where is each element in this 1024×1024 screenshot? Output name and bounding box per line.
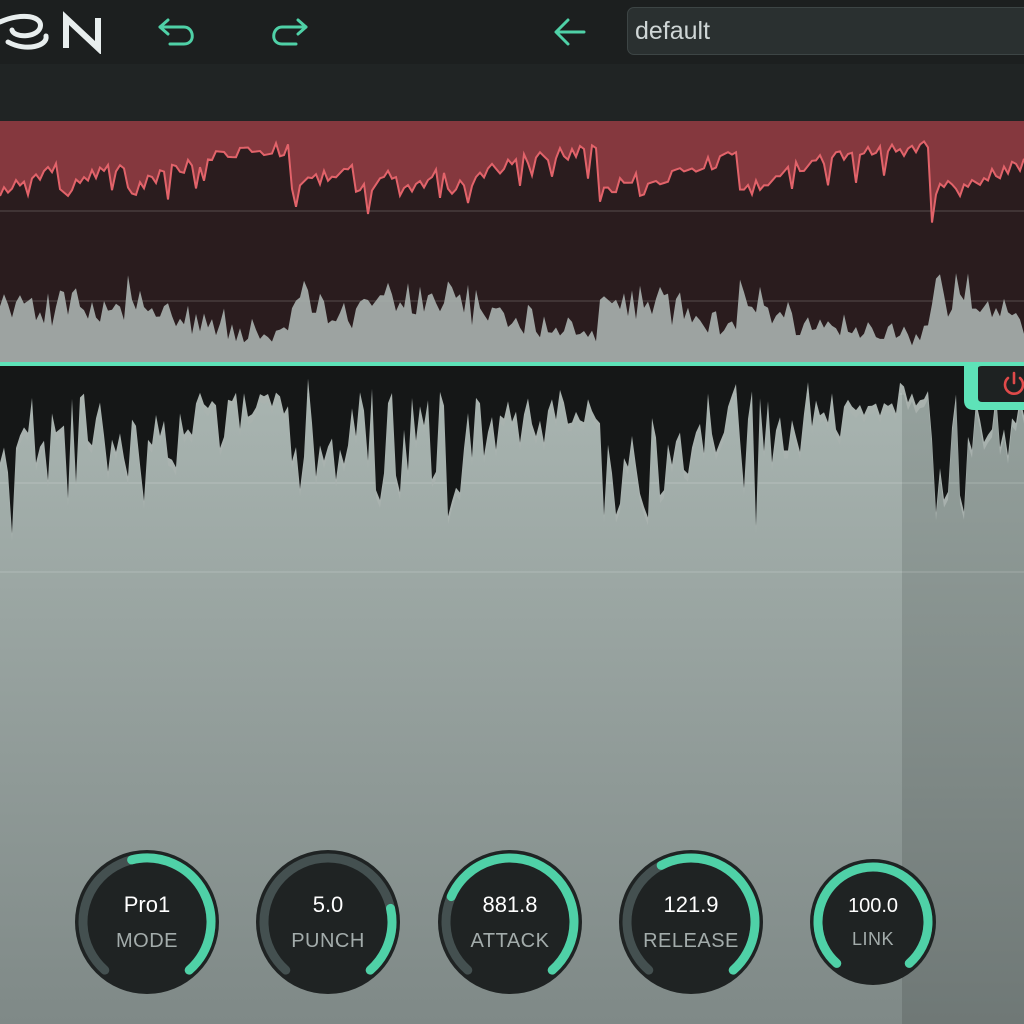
knob-attack[interactable]: 881.8 ATTACK [434, 846, 586, 998]
logo-icon [0, 11, 101, 54]
knob-link-value: 100.0 [847, 895, 899, 917]
knob-punch-value: 5.0 [312, 892, 344, 917]
knob-release-label: RELEASE [643, 930, 739, 952]
undo-icon [158, 18, 194, 46]
redo-icon [272, 18, 308, 46]
knob-release-value: 121.9 [663, 892, 719, 917]
header-bar: default [0, 0, 1024, 64]
knob-attack-value: 881.8 [482, 892, 538, 917]
arrow-left-icon [554, 18, 586, 46]
knob-mode-ring [75, 850, 219, 994]
knob-link-ring [810, 859, 936, 985]
knob-mode-value: Pro1 [123, 892, 171, 917]
redo-button[interactable] [266, 12, 310, 52]
knob-link[interactable]: 100.0 LINK [806, 855, 940, 989]
knob-punch[interactable]: 5.0 PUNCH [252, 846, 404, 998]
back-button[interactable] [548, 12, 592, 52]
undo-button[interactable] [156, 12, 200, 52]
knob-mode-label: MODE [116, 930, 178, 952]
knob-release[interactable]: 121.9 RELEASE [615, 846, 767, 998]
knob-attack-ring [438, 850, 582, 994]
knob-punch-ring [256, 850, 400, 994]
preset-name-field[interactable]: default [627, 7, 1024, 55]
knob-mode[interactable]: Pro1 MODE [71, 846, 223, 998]
power-button[interactable] [964, 362, 1024, 412]
knob-attack-label: ATTACK [470, 930, 550, 952]
knob-release-ring [619, 850, 763, 994]
knob-link-label: LINK [851, 929, 895, 949]
knob-punch-label: PUNCH [291, 930, 365, 952]
toolbar-strip [0, 64, 1024, 121]
preset-name-text: default [635, 17, 711, 45]
